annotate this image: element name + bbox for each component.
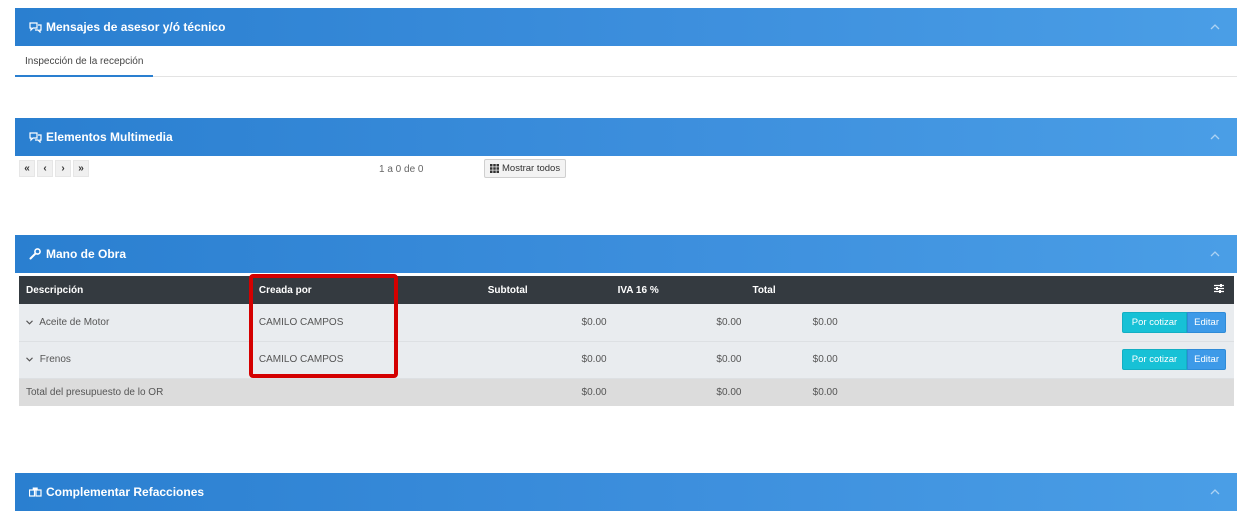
col-header-descripcion[interactable]: Descripción — [19, 276, 253, 304]
show-all-button[interactable]: Mostrar todos — [484, 159, 567, 178]
pager-count: 1 a 0 de 0 — [379, 164, 424, 175]
col-header-iva[interactable]: IVA 16 % — [618, 276, 753, 304]
wrench-icon — [29, 248, 42, 260]
por-cotizar-button[interactable]: Por cotizar — [1121, 349, 1188, 370]
row-subtotal: $0.00 — [581, 316, 607, 328]
tab-bar: Inspección de la recepción — [15, 46, 1237, 77]
tab-inspeccion[interactable]: Inspección de la recepción — [15, 46, 154, 77]
chevron-down-icon[interactable] — [26, 320, 33, 325]
table-total-row: Total del presupuesto de lo OR $0.00 $0.… — [19, 378, 1234, 406]
editar-button[interactable]: Editar — [1187, 311, 1226, 333]
row-iva: $0.00 — [716, 316, 742, 328]
last-page-button[interactable]: » — [73, 160, 89, 177]
panel-header-mano-obra[interactable]: Mano de Obra — [15, 235, 1237, 273]
comments-icon — [29, 131, 42, 143]
total-total: $0.00 — [812, 386, 838, 398]
row-iva: $0.00 — [716, 354, 742, 365]
editar-button[interactable]: Editar — [1187, 349, 1226, 370]
panel-header-multimedia[interactable]: Elementos Multimedia — [15, 118, 1237, 156]
columns-settings-icon[interactable] — [1214, 284, 1224, 293]
comments-icon — [29, 21, 42, 33]
total-iva: $0.00 — [716, 386, 742, 398]
table-row[interactable]: Frenos CAMILO CAMPOS $0.00 $0.00 $0.00 P… — [19, 341, 1234, 378]
row-actions: Por cotizar Editar — [1121, 311, 1226, 333]
row-subtotal: $0.00 — [581, 354, 607, 365]
panel-title: Mensajes de asesor y/ó técnico — [46, 20, 226, 34]
total-subtotal: $0.00 — [581, 386, 607, 398]
panel-title: Complementar Refacciones — [46, 485, 205, 499]
row-creada-por: CAMILO CAMPOS — [258, 316, 344, 328]
row-creada-por: CAMILO CAMPOS — [258, 354, 344, 365]
col-header-total[interactable]: Total — [752, 276, 848, 304]
panel-title: Mano de Obra — [46, 247, 127, 261]
table-row[interactable]: Aceite de Motor CAMILO CAMPOS $0.00 $0.0… — [19, 304, 1234, 341]
cubes-icon — [29, 486, 42, 498]
chevron-up-icon[interactable] — [1209, 486, 1221, 498]
col-header-subtotal[interactable]: Subtotal — [482, 276, 618, 304]
panel-header-mensajes[interactable]: Mensajes de asesor y/ó técnico — [15, 8, 1237, 46]
show-all-label: Mostrar todos — [502, 163, 561, 174]
grid-icon — [490, 164, 499, 173]
chevron-up-icon[interactable] — [1209, 248, 1221, 260]
row-descripcion: Aceite de Motor — [39, 316, 110, 328]
prev-page-button[interactable]: ‹ — [37, 160, 53, 177]
por-cotizar-button[interactable]: Por cotizar — [1121, 311, 1188, 333]
pager: « ‹ › » — [19, 160, 89, 177]
row-descripcion: Frenos — [39, 354, 71, 365]
row-total: $0.00 — [812, 354, 838, 365]
chevron-down-icon[interactable] — [26, 357, 33, 362]
next-page-button[interactable]: › — [55, 160, 71, 177]
col-header-creada-por[interactable]: Creada por — [253, 276, 482, 304]
first-page-button[interactable]: « — [19, 160, 35, 177]
chevron-up-icon[interactable] — [1209, 131, 1221, 143]
total-label: Total del presupuesto de lo OR — [26, 386, 164, 398]
row-actions: Por cotizar Editar — [1121, 349, 1226, 370]
row-total: $0.00 — [812, 316, 838, 328]
table-header-row: Descripción Creada por Subtotal IVA 16 %… — [19, 276, 1234, 304]
chevron-up-icon[interactable] — [1209, 21, 1221, 33]
mano-obra-table: Descripción Creada por Subtotal IVA 16 %… — [19, 276, 1234, 406]
panel-title: Elementos Multimedia — [46, 130, 173, 144]
panel-header-refacciones[interactable]: Complementar Refacciones — [15, 473, 1237, 511]
